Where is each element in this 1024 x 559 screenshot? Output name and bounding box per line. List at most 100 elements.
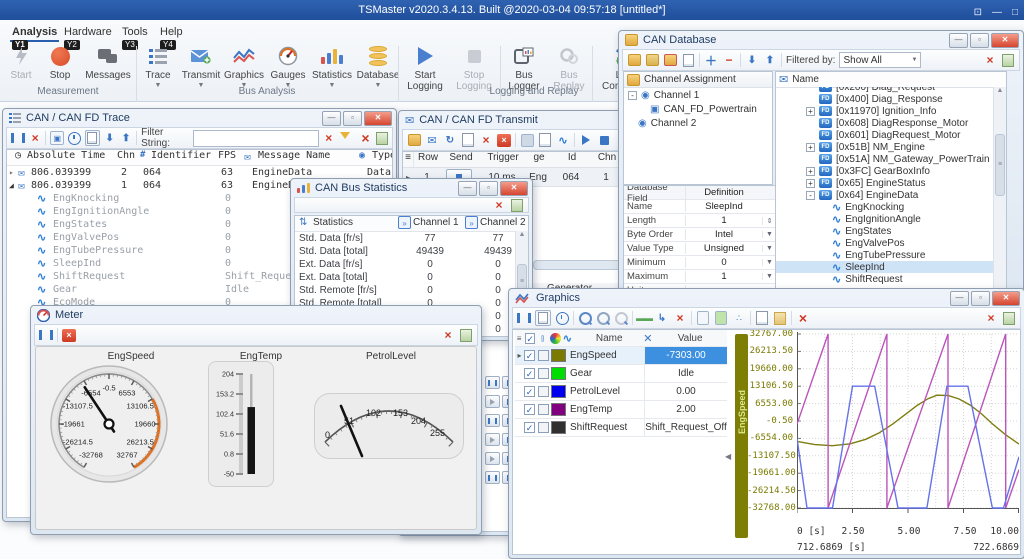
pause-icon[interactable] [11, 131, 25, 145]
statistics-row[interactable]: Ext. Data [total] 0 0 [295, 271, 528, 284]
close-button[interactable]: ✕ [991, 33, 1019, 48]
dock-icon[interactable] [1001, 53, 1015, 67]
pause-icon[interactable] [517, 311, 531, 325]
field-row[interactable]: Length 1 ⇕ [624, 214, 776, 228]
message-node[interactable]: FD [0x608] DiagResponse_Motor [776, 117, 1006, 129]
field-row[interactable]: Minimum 0 ▼ [624, 256, 776, 270]
refresh-icon[interactable]: ↻ [443, 133, 457, 147]
message-node[interactable]: - FD [0x64] EngineData [776, 189, 1006, 201]
axis-checkbox[interactable] [538, 350, 549, 361]
ribbon-tab[interactable]: Tools Y3 [120, 24, 150, 40]
engspeed-gauge[interactable]: -32768-26214.5-19661-13107.5-6554-0.5655… [48, 363, 170, 485]
vertical-scrollbar[interactable]: ▲≡ [993, 87, 1006, 304]
name-column-header[interactable]: ✉Name [776, 72, 1006, 88]
dock-icon[interactable] [510, 198, 524, 212]
collapse-panel-arrow[interactable]: ◀ [725, 452, 731, 461]
clear-filter-icon[interactable]: × [323, 131, 335, 145]
page-view-icon[interactable] [535, 310, 551, 326]
axis-checkbox[interactable] [538, 386, 549, 397]
field-row[interactable]: Name SleepInd [624, 200, 776, 214]
definition-col-header[interactable]: Definition [686, 187, 762, 198]
add-doc-icon[interactable] [538, 133, 552, 147]
message-node[interactable]: + FD [0x3FC] GearBoxInfo [776, 165, 1006, 177]
minimize-button[interactable]: — [950, 291, 969, 306]
axis-checkbox[interactable] [538, 404, 549, 415]
field-row[interactable]: Byte Order Intel ▼ [624, 228, 776, 242]
engtemp-gauge[interactable]: 204153.2102.451.60.8-50 [208, 361, 274, 487]
close-icon[interactable]: × [441, 328, 455, 342]
clock-icon[interactable] [68, 131, 81, 145]
zoom-out-icon[interactable] [596, 311, 610, 325]
graphics-titlebar[interactable]: Graphics — ▫ ✕ [509, 289, 1024, 307]
messages-button[interactable]: Messages [82, 44, 134, 81]
start-logging-button[interactable]: Start Logging [402, 44, 448, 92]
filter-select[interactable]: Show All▼ [839, 52, 921, 68]
transmit-button[interactable]: Transmit▼ [178, 44, 224, 89]
channel2-node[interactable]: ◉Channel 2 [624, 116, 772, 130]
expander-icon[interactable]: + [806, 179, 815, 188]
field-row[interactable]: Value Type Unsigned ▼ [624, 242, 776, 256]
database-button[interactable]: Database▼ [356, 44, 400, 89]
expand-all-icon[interactable]: ＋ [704, 53, 718, 67]
remove-db-icon[interactable] [663, 53, 677, 67]
expander-icon[interactable]: + [806, 107, 815, 116]
stop-button[interactable]: Stop [42, 44, 78, 81]
visible-checkbox[interactable]: ✓ [524, 368, 535, 379]
minimize-button[interactable]: — [949, 33, 968, 48]
gauges-button[interactable]: Gauges▼ [268, 44, 308, 89]
stop-logging-button[interactable]: Stop Logging [450, 44, 498, 92]
edit-db-icon[interactable] [645, 53, 659, 67]
move-up-icon[interactable]: ⬆ [120, 131, 132, 145]
graphics-signal-row[interactable]: ▸ ✓ EngSpeed -7303.00 [515, 347, 727, 365]
ribbon-tab[interactable]: Analysis Y1 [10, 24, 59, 42]
graphics-signal-row[interactable]: ✓ Gear Idle [515, 365, 727, 383]
message-node[interactable]: FD [0x601] DiagRequest_Motor [776, 129, 1006, 141]
graphics-signal-row[interactable]: ✓ EngTemp 2.00 [515, 401, 727, 419]
signal-plot[interactable] [797, 330, 1019, 526]
add-db-icon[interactable] [627, 53, 641, 67]
add-message-icon[interactable]: ✉ [425, 133, 439, 147]
zoom-in-icon[interactable] [578, 311, 592, 325]
message-node[interactable]: + FD [0x11970] Ignition_Info [776, 105, 1006, 117]
visible-checkbox[interactable]: ✓ [524, 422, 535, 433]
close-button[interactable]: ✕ [364, 111, 392, 126]
graphics-signal-row[interactable]: ✓ PetrolLevel 0.00 [515, 383, 727, 401]
field-row[interactable]: Maximum 1 ▼ [624, 270, 776, 284]
expander-icon[interactable]: + [806, 143, 815, 152]
graphics-signal-row[interactable]: ✓ ShiftRequest Shift_Request_Off [515, 419, 727, 437]
pause-icon[interactable] [39, 328, 53, 342]
message-node[interactable]: FD [0x400] Diag_Response [776, 93, 1006, 105]
folder-icon[interactable] [773, 311, 787, 325]
close-trace-icon[interactable]: × [359, 131, 371, 145]
close-button[interactable]: ✕ [992, 291, 1020, 306]
delete-icon[interactable]: × [796, 311, 810, 325]
ribbon-tab[interactable]: Help Y4 [158, 24, 185, 40]
move-down-icon[interactable]: ⬇ [104, 131, 116, 145]
axis-checkbox[interactable] [538, 368, 549, 379]
bus-replay-button[interactable]: Bus Replay [548, 44, 590, 92]
filter-string-input[interactable] [193, 130, 319, 147]
split-vertical-icon[interactable] [696, 311, 710, 325]
channel-assignment-header[interactable]: Channel Assignment [624, 72, 772, 88]
clear-icon[interactable]: × [673, 311, 687, 325]
message-node[interactable]: + FD [0x51B] NM_Engine [776, 141, 1006, 153]
restore-button[interactable]: ▫ [343, 111, 362, 126]
scroll-icon[interactable]: ▣ [50, 131, 64, 145]
series-color-swatch[interactable] [551, 385, 566, 398]
expander-icon[interactable]: - [806, 191, 815, 200]
move-down-icon[interactable]: ⬇ [745, 53, 759, 67]
signal-node[interactable]: ∿ ShiftRequest [776, 273, 1006, 285]
save-icon[interactable] [520, 133, 534, 147]
axis-checkbox[interactable] [538, 422, 549, 433]
send-all-icon[interactable] [579, 133, 593, 147]
copy-icon[interactable] [461, 133, 475, 147]
visible-checkbox[interactable]: ✓ [524, 386, 535, 397]
signal-node[interactable]: ∿ SleepInd [776, 261, 1006, 273]
petrollevel-gauge[interactable]: 051102153204255 [314, 393, 464, 459]
dock-icon[interactable] [376, 131, 388, 145]
statistics-header[interactable]: ⇅ Statistics » Channel 1 » Channel 2 [295, 216, 528, 232]
dock-icon[interactable] [459, 328, 473, 342]
axis-icon[interactable]: ↳ [655, 311, 669, 325]
signal-node[interactable]: ∿ EngStates [776, 225, 1006, 237]
series-color-swatch[interactable] [551, 367, 566, 380]
